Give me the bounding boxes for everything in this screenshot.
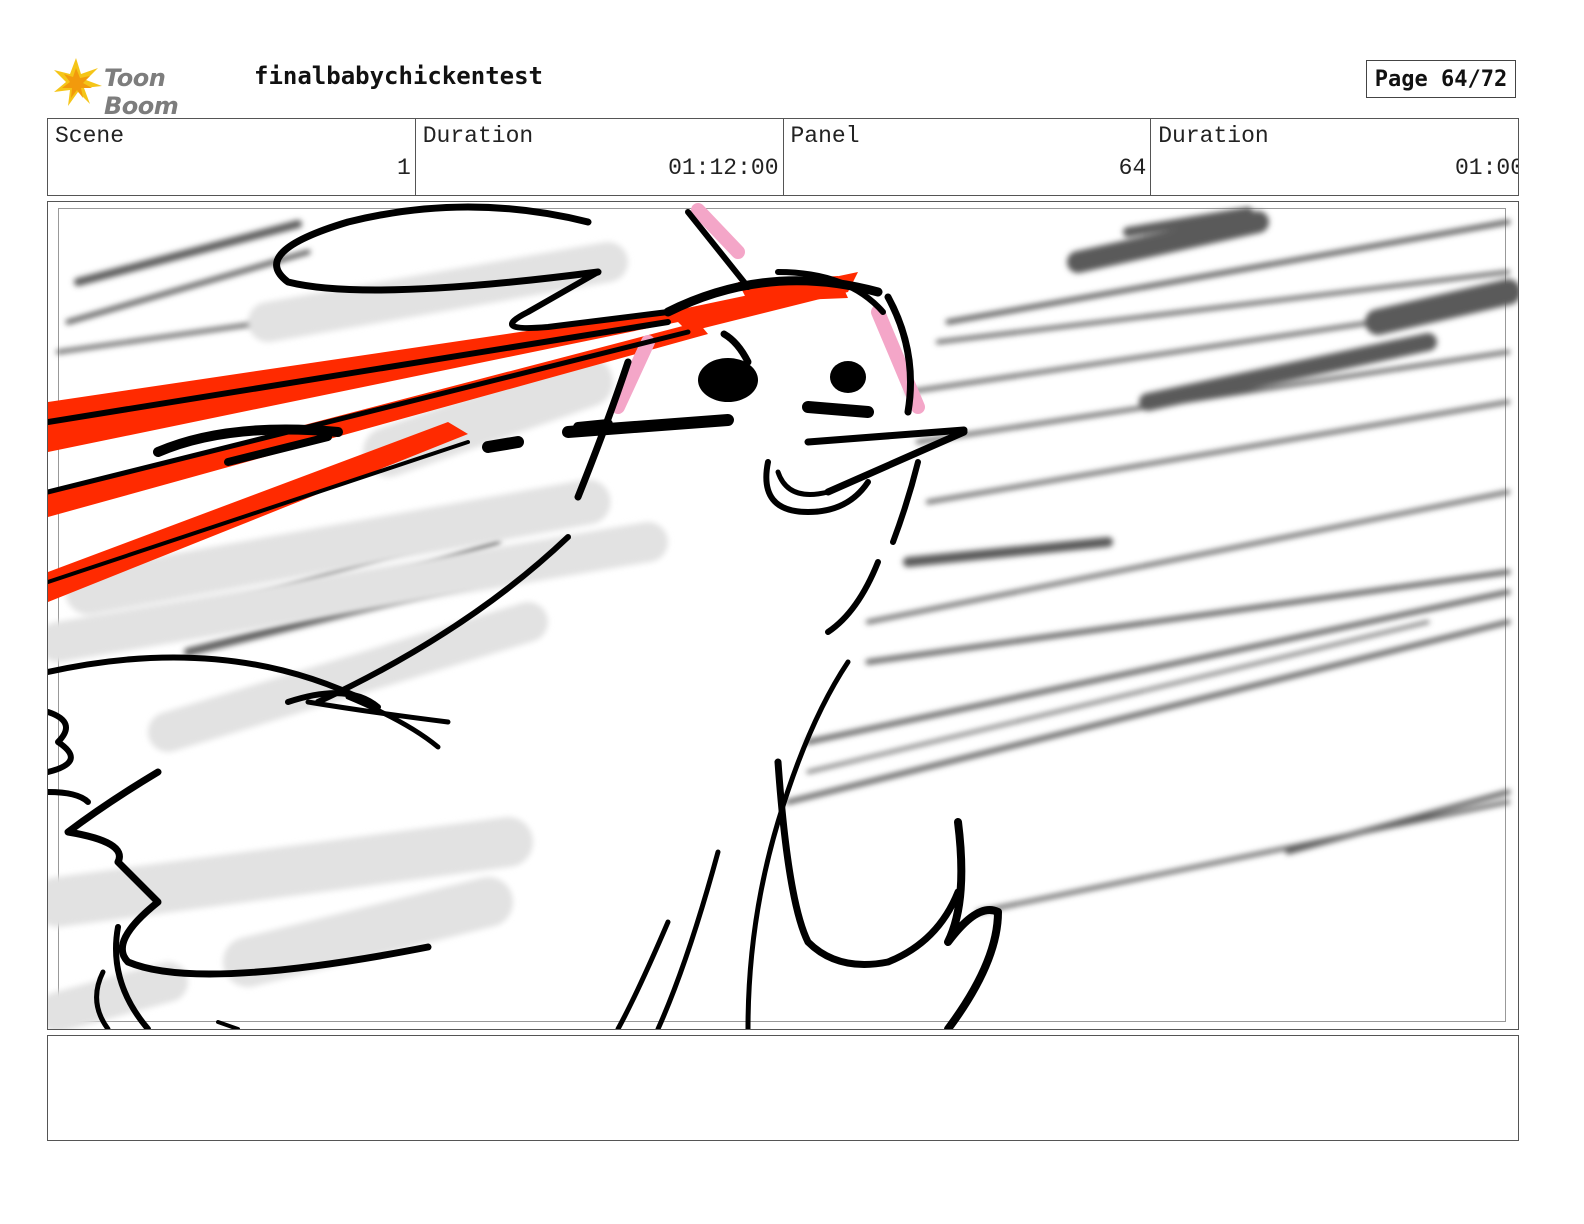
scene-label: Scene (55, 123, 125, 149)
logo-wordmark: Toon Boom (104, 64, 179, 120)
scene-info-row: Scene 1 Duration 01:12:00 Panel 64 Durat… (47, 118, 1519, 196)
scene-value: 1 (396, 155, 411, 181)
page-indicator: Page 64/72 (1366, 60, 1516, 98)
storyboard-panel (47, 201, 1519, 1030)
chicken-sketch-drawing (48, 203, 1518, 1029)
red-streaks (48, 272, 858, 602)
starburst-icon (54, 58, 102, 106)
toon-boom-logo: Toon Boom (50, 54, 240, 120)
panel-label: Panel (790, 123, 860, 149)
scene-duration-cell: Duration 01:12:00 (416, 119, 784, 195)
project-title: finalbabychickentest (254, 62, 543, 90)
panel-duration-label: Duration (1158, 123, 1269, 149)
panel-notes-box (47, 1035, 1519, 1141)
panel-duration-cell: Duration 01:00 (1151, 119, 1518, 195)
scene-cell: Scene 1 (48, 119, 416, 195)
scene-duration-value: 01:12:00 (668, 155, 779, 181)
scene-duration-label: Duration (422, 123, 534, 149)
panel-value: 64 (1118, 155, 1147, 181)
panel-cell: Panel 64 (784, 119, 1152, 195)
panel-duration-value: 01:00 (1454, 155, 1518, 181)
